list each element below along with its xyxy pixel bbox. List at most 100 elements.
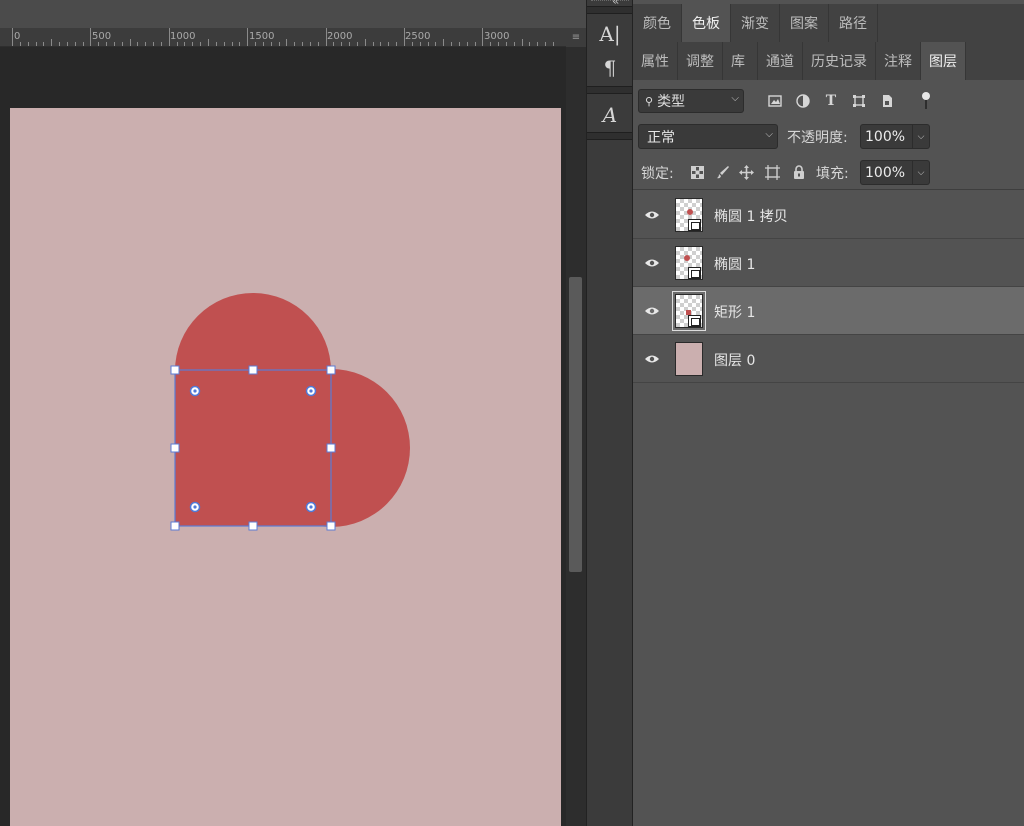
transform-handle[interactable] bbox=[170, 521, 180, 531]
layer-name[interactable]: 椭圆 1 bbox=[714, 254, 755, 274]
eye-visibility-icon[interactable] bbox=[643, 254, 661, 272]
ruler-tick bbox=[75, 42, 76, 46]
collapse-panels-icon[interactable]: « bbox=[612, 0, 619, 8]
lock-all-icon[interactable] bbox=[791, 164, 807, 180]
ruler-tick bbox=[498, 42, 499, 46]
transform-handle[interactable] bbox=[170, 365, 180, 375]
tab-gradients[interactable]: 渐变 bbox=[731, 4, 780, 42]
panel-tabs-bottom: 属性 调整 库 通道 历史记录 注释 图层 bbox=[633, 42, 1024, 80]
layer-name[interactable]: 椭圆 1 拷贝 bbox=[714, 206, 788, 226]
options-bar-strip bbox=[0, 0, 586, 28]
layer-thumbnail bbox=[675, 342, 703, 376]
transform-handle[interactable] bbox=[326, 365, 336, 375]
lock-transparent-pixels-icon[interactable] bbox=[689, 164, 705, 180]
character-panel-button[interactable]: A| bbox=[593, 20, 627, 48]
lock-image-pixels-brush-icon[interactable] bbox=[715, 164, 731, 180]
smart-object-filter-icon[interactable] bbox=[878, 92, 896, 110]
ruler-tick bbox=[271, 42, 272, 46]
ruler-tick bbox=[545, 42, 546, 46]
paragraph-icon: ¶ bbox=[603, 56, 617, 80]
scrollbar-thumb[interactable] bbox=[569, 277, 582, 572]
layer-name[interactable]: 矩形 1 bbox=[714, 302, 755, 322]
ruler-tick bbox=[43, 42, 44, 46]
ruler-label: 2000 bbox=[327, 31, 353, 42]
horizontal-ruler[interactable]: 0 500 1000 1500 2000 2500 3000 bbox=[0, 28, 566, 47]
layer-filter-row: ⚲ 类型 ⌵ T bbox=[633, 84, 1024, 118]
ruler-tick bbox=[302, 42, 303, 46]
ruler-tick bbox=[459, 42, 460, 46]
blend-row: 正常 ⌵ 不透明度: 100% ⌵ bbox=[633, 118, 1024, 154]
layer-row-layer-0[interactable]: 图层 0 bbox=[633, 335, 1024, 383]
tab-history[interactable]: 历史记录 bbox=[803, 42, 876, 80]
ruler-tick bbox=[349, 42, 350, 46]
ruler-tick bbox=[529, 42, 530, 46]
filter-kind-select[interactable]: ⚲ 类型 ⌵ bbox=[638, 89, 744, 113]
fill-dropdown-icon[interactable]: ⌵ bbox=[913, 160, 930, 185]
ruler-tick bbox=[514, 42, 515, 46]
tab-paths[interactable]: 路径 bbox=[829, 4, 878, 42]
ruler-tick bbox=[467, 42, 468, 46]
ruler-tick bbox=[161, 42, 162, 46]
layer-name[interactable]: 图层 0 bbox=[714, 350, 755, 370]
filter-toggle-icon[interactable] bbox=[917, 92, 935, 110]
layer-row-ellipse-1[interactable]: 椭圆 1 bbox=[633, 239, 1024, 287]
fill-field[interactable]: 100% bbox=[860, 160, 913, 185]
lock-label: 锁定: bbox=[641, 166, 674, 182]
transform-handle[interactable] bbox=[326, 521, 336, 531]
shape-layer-badge-icon bbox=[688, 267, 701, 279]
ruler-tick bbox=[318, 42, 319, 46]
right-panel: 颜色 色板 渐变 图案 路径 属性 调整 库 通道 历史记录 注释 图层 ⚲ 类… bbox=[633, 0, 1024, 826]
tab-libraries[interactable]: 库 bbox=[723, 42, 758, 80]
document-canvas[interactable] bbox=[10, 108, 561, 826]
transform-handle[interactable] bbox=[248, 521, 258, 531]
ruler-tick bbox=[51, 39, 52, 46]
type-layer-filter-icon[interactable]: T bbox=[822, 92, 840, 110]
tab-properties[interactable]: 属性 bbox=[633, 42, 678, 80]
tab-notes[interactable]: 注释 bbox=[876, 42, 921, 80]
ruler-label: 1000 bbox=[170, 31, 196, 42]
tab-color[interactable]: 颜色 bbox=[633, 4, 682, 42]
opacity-field[interactable]: 100% bbox=[860, 124, 913, 149]
ruler-tick bbox=[263, 42, 264, 46]
opacity-dropdown-icon[interactable]: ⌵ bbox=[913, 124, 930, 149]
tab-adjustments[interactable]: 调整 bbox=[678, 42, 723, 80]
lock-artboard-icon[interactable] bbox=[764, 164, 780, 180]
shape-layer-filter-icon[interactable] bbox=[850, 92, 868, 110]
glyphs-panel-button[interactable]: A bbox=[593, 101, 627, 129]
eye-visibility-icon[interactable] bbox=[643, 350, 661, 368]
ruler-tick bbox=[451, 42, 452, 46]
canvas-area: 0 500 1000 1500 2000 2500 3000 ≡ bbox=[0, 0, 586, 826]
transform-handle[interactable] bbox=[170, 443, 180, 453]
ruler-tick bbox=[373, 42, 374, 46]
ruler-tick bbox=[404, 28, 405, 46]
layer-row-ellipse-1-copy[interactable]: 椭圆 1 拷贝 bbox=[633, 191, 1024, 239]
pixel-layer-filter-icon[interactable] bbox=[766, 92, 784, 110]
ruler-tick bbox=[90, 28, 91, 46]
tab-layers[interactable]: 图层 bbox=[921, 42, 966, 80]
ruler-tick bbox=[475, 42, 476, 46]
ruler-tick bbox=[326, 28, 327, 46]
adjustment-layer-filter-icon[interactable] bbox=[794, 92, 812, 110]
vertical-scrollbar[interactable] bbox=[566, 47, 586, 826]
ruler-tick bbox=[224, 42, 225, 46]
ruler-tick bbox=[177, 42, 178, 46]
layer-thumbnail bbox=[675, 198, 703, 232]
ruler-tick bbox=[12, 28, 13, 46]
lock-row: 锁定: 填充: 100% ⌵ bbox=[633, 154, 1024, 190]
lock-position-move-icon[interactable] bbox=[738, 164, 754, 180]
tab-channels[interactable]: 通道 bbox=[758, 42, 803, 80]
transform-handle[interactable] bbox=[248, 365, 258, 375]
dock-grip[interactable] bbox=[591, 0, 629, 3]
ruler-tick bbox=[145, 42, 146, 46]
eye-visibility-icon[interactable] bbox=[643, 206, 661, 224]
tab-patterns[interactable]: 图案 bbox=[780, 4, 829, 42]
tab-swatches[interactable]: 色板 bbox=[682, 4, 731, 42]
paragraph-panel-button[interactable]: ¶ bbox=[593, 54, 627, 82]
eye-visibility-icon[interactable] bbox=[643, 302, 661, 320]
panel-tabs-top: 颜色 色板 渐变 图案 路径 bbox=[633, 4, 1024, 42]
blend-mode-select[interactable]: 正常 ⌵ bbox=[638, 124, 778, 149]
layer-row-rectangle-1[interactable]: 矩形 1 bbox=[633, 287, 1024, 335]
transform-handle[interactable] bbox=[326, 443, 336, 453]
ruler-tick bbox=[506, 42, 507, 46]
ruler-tick bbox=[169, 28, 170, 46]
